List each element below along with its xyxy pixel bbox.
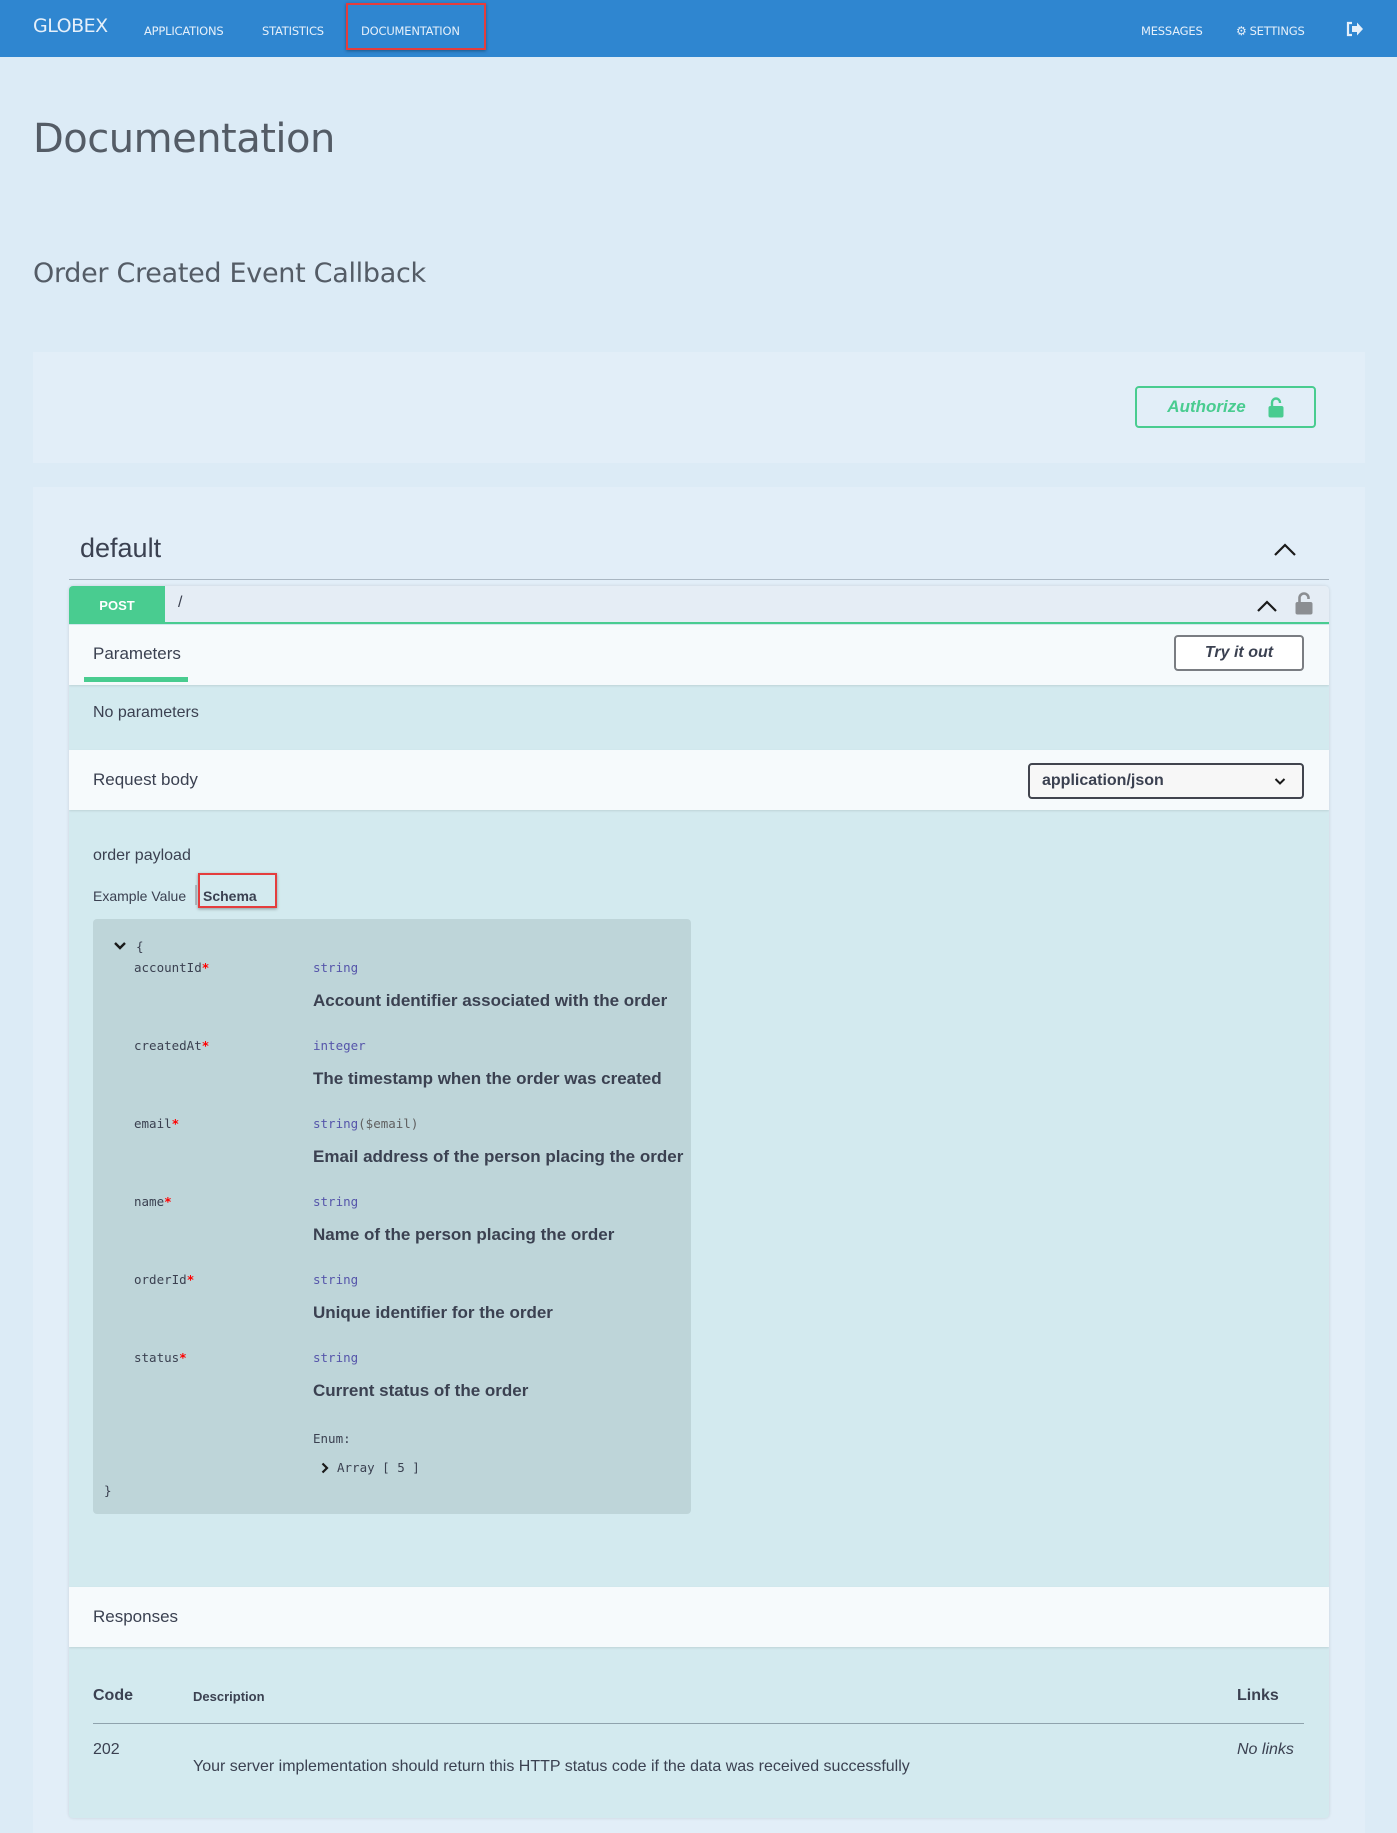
nav-applications[interactable]: APPLICATIONS bbox=[144, 24, 224, 38]
schema-model-box: { accountId* string Account identifier a… bbox=[93, 919, 691, 1514]
property-name: accountId* bbox=[134, 960, 210, 975]
operation-summary[interactable]: POST / bbox=[69, 586, 1329, 624]
parameters-header: Parameters Try it out bbox=[69, 625, 1329, 685]
method-badge: POST bbox=[69, 586, 165, 624]
try-it-out-button[interactable]: Try it out bbox=[1174, 635, 1304, 671]
close-brace: } bbox=[104, 1483, 112, 1498]
column-header-links: Links bbox=[1237, 1687, 1279, 1704]
property-type: string bbox=[313, 960, 359, 975]
responses-title: Responses bbox=[93, 1607, 179, 1626]
open-brace: { bbox=[136, 939, 144, 954]
no-parameters-text: No parameters bbox=[93, 704, 199, 721]
property-description: Email address of the person placing the … bbox=[313, 1147, 684, 1166]
property-description: Account identifier associated with the o… bbox=[313, 991, 668, 1010]
enum-array-label: Array [ 5 ] bbox=[337, 1460, 420, 1475]
chevron-down-icon bbox=[1274, 778, 1286, 785]
property-name: name* bbox=[134, 1194, 172, 1209]
nav-settings-label: SETTINGS bbox=[1249, 24, 1305, 38]
tag-name[interactable]: default bbox=[80, 533, 161, 564]
property-name: createdAt* bbox=[134, 1038, 210, 1053]
schema-property: status* string Current status of the ord… bbox=[93, 1350, 691, 1428]
property-name: email* bbox=[134, 1116, 180, 1131]
property-type: string bbox=[313, 1272, 359, 1287]
property-type: string bbox=[313, 1194, 359, 1209]
active-tab-indicator bbox=[84, 677, 188, 682]
property-type: integer bbox=[313, 1038, 366, 1053]
tab-divider bbox=[195, 885, 197, 905]
content-type-value: application/json bbox=[1042, 772, 1164, 789]
gears-icon: ⚙ bbox=[1236, 24, 1247, 38]
request-body-label: Request body bbox=[93, 770, 198, 789]
chevron-up-icon[interactable] bbox=[1273, 541, 1297, 557]
schema-property: email* string($email) Email address of t… bbox=[93, 1116, 691, 1194]
response-description: Your server implementation should return… bbox=[193, 1758, 910, 1775]
nav-statistics[interactable]: STATISTICS bbox=[262, 24, 324, 38]
schema-property: accountId* string Account identifier ass… bbox=[93, 960, 691, 1038]
property-description: Unique identifier for the order bbox=[313, 1303, 553, 1322]
unlocked-padlock-icon[interactable] bbox=[1295, 592, 1313, 615]
tab-example-value[interactable]: Example Value bbox=[93, 888, 186, 904]
api-title: Order Created Event Callback bbox=[33, 258, 426, 289]
property-description: Name of the person placing the order bbox=[313, 1225, 615, 1244]
property-name: orderId* bbox=[134, 1272, 195, 1287]
enum-array-toggle[interactable]: Array [ 5 ] bbox=[321, 1460, 420, 1475]
unlocked-padlock-icon bbox=[1268, 396, 1284, 417]
tab-parameters[interactable]: Parameters bbox=[93, 644, 181, 664]
property-description: The timestamp when the order was created bbox=[313, 1069, 662, 1088]
schema-property: name* string Name of the person placing … bbox=[93, 1194, 691, 1272]
property-type: string bbox=[313, 1350, 359, 1365]
operation-path: / bbox=[178, 594, 183, 611]
chevron-up-icon[interactable] bbox=[1256, 599, 1278, 613]
schema-property: orderId* string Unique identifier for th… bbox=[93, 1272, 691, 1350]
property-description: Current status of the order bbox=[313, 1381, 529, 1400]
operation-post-root: POST / Parameters Try it out No paramete… bbox=[69, 586, 1329, 1818]
response-links: No links bbox=[1237, 1741, 1294, 1758]
content-type-select[interactable]: application/json bbox=[1028, 763, 1304, 799]
schema-property: createdAt* integer The timestamp when th… bbox=[93, 1038, 691, 1116]
authorize-button[interactable]: Authorize bbox=[1135, 386, 1316, 428]
response-code: 202 bbox=[93, 1741, 120, 1758]
highlight-box-documentation bbox=[346, 3, 486, 50]
table-divider bbox=[93, 1723, 1304, 1724]
nav-messages[interactable]: MESSAGES bbox=[1141, 24, 1203, 38]
highlight-box-schema bbox=[198, 873, 277, 908]
request-body-header: Request body application/json bbox=[69, 750, 1329, 810]
chevron-right-icon bbox=[321, 1462, 329, 1473]
enum-label: Enum: bbox=[313, 1431, 351, 1446]
column-header-code: Code bbox=[93, 1687, 133, 1704]
authorize-label: Authorize bbox=[1167, 397, 1246, 416]
property-name: status* bbox=[134, 1350, 187, 1365]
nav-settings[interactable]: ⚙ SETTINGS bbox=[1236, 24, 1305, 38]
responses-header: Responses bbox=[69, 1587, 1329, 1647]
property-type: string($email) bbox=[313, 1116, 419, 1131]
brand-logo[interactable]: GLOBEX bbox=[33, 15, 108, 37]
column-header-description: Description bbox=[193, 1689, 265, 1704]
tag-divider bbox=[69, 579, 1329, 580]
request-body-description: order payload bbox=[93, 847, 191, 864]
chevron-down-icon[interactable] bbox=[113, 941, 127, 951]
page-title: Documentation bbox=[33, 116, 335, 162]
logout-icon[interactable] bbox=[1346, 21, 1364, 37]
top-nav: GLOBEX APPLICATIONS STATISTICS DOCUMENTA… bbox=[0, 0, 1397, 57]
